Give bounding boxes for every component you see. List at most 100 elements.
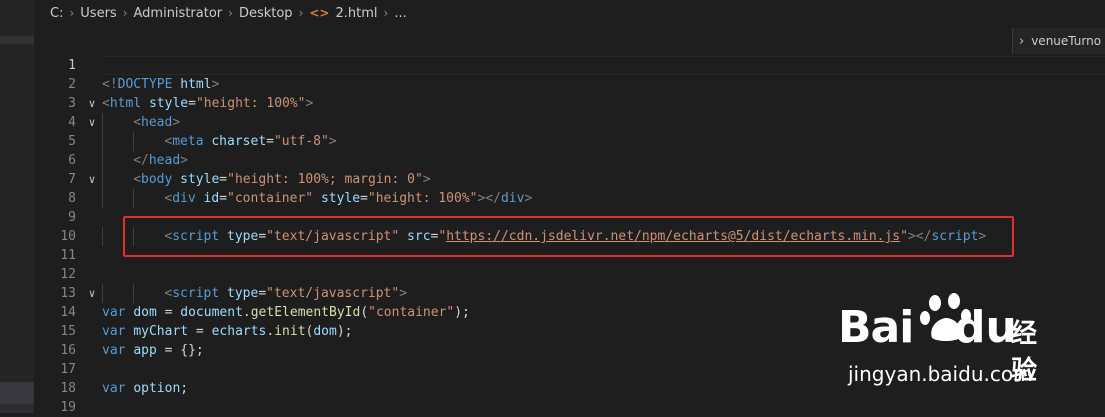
line-number: 12 <box>60 267 76 282</box>
code-token: style <box>180 172 220 187</box>
code-token: app <box>133 343 157 358</box>
code-token: = <box>188 324 212 339</box>
chevron-right-icon: › <box>383 6 389 20</box>
code-token: ; <box>180 381 189 396</box>
fold-chevron-icon[interactable]: ∨ <box>86 284 98 303</box>
line-number: 1 <box>68 58 76 73</box>
code-line[interactable]: 7 ∨ <body style="height: 100%; margin: 0"> <box>34 170 1105 189</box>
breadcrumb-segment-users[interactable]: Users <box>80 6 116 21</box>
line-number: 16 <box>60 343 76 358</box>
breadcrumb: C: › Users › Administrator › Desktop › <… <box>50 2 407 24</box>
code-line[interactable]: 12 <box>34 265 1105 284</box>
line-number: 9 <box>68 210 76 225</box>
chevron-right-icon: › <box>122 6 128 20</box>
code-token: = <box>156 305 181 320</box>
side-panel-item[interactable] <box>0 404 34 413</box>
code-token: > <box>524 191 533 206</box>
code-token: meta <box>172 134 204 149</box>
code-line[interactable]: 6 </head> <box>34 151 1105 170</box>
code-token: = <box>188 96 196 111</box>
code-text[interactable]: <meta charset="utf-8"> <box>164 132 336 151</box>
code-text[interactable]: <html style="height: 100%"> <box>102 94 313 113</box>
breadcrumb-segment-desktop[interactable]: Desktop <box>239 6 293 21</box>
chevron-right-icon[interactable]: › <box>1019 34 1024 49</box>
baidu-jingyan-watermark: Bai du 经验 jingyan.baidu.com <box>838 288 1058 398</box>
breadcrumb-segment-drive[interactable]: C: <box>50 6 63 21</box>
line-number: 8 <box>68 191 76 206</box>
code-text[interactable]: var app = {}; <box>102 341 204 360</box>
code-token: "height: 100%" <box>367 191 478 206</box>
code-text[interactable]: var option; <box>102 379 188 398</box>
line-number: 6 <box>68 153 76 168</box>
code-token: getElementById <box>250 305 361 320</box>
chevron-right-icon: › <box>298 6 304 20</box>
code-token: "container" <box>368 305 455 320</box>
code-token: ( <box>360 305 369 320</box>
line-number: 2 <box>68 77 76 92</box>
code-token: </ <box>133 153 149 168</box>
indent-guide <box>133 132 134 151</box>
code-token: = {}; <box>156 343 204 358</box>
fold-chevron-icon[interactable]: ∨ <box>86 94 98 113</box>
code-text[interactable]: <div id="container" style="height: 100%"… <box>164 189 532 208</box>
code-token: < <box>133 172 142 187</box>
code-text[interactable]: <!DOCTYPE html> <box>102 75 219 94</box>
code-token: style <box>320 191 361 206</box>
code-token: document <box>180 305 243 320</box>
code-token: ></ <box>477 191 501 206</box>
code-token: > <box>211 77 220 92</box>
code-token: > <box>328 134 337 149</box>
code-token: . <box>242 305 251 320</box>
code-token: myChart <box>133 324 189 339</box>
code-line[interactable]: 8 <div id="container" style="height: 100%… <box>34 189 1105 208</box>
code-token: <! <box>102 77 118 92</box>
red-annotation-box <box>123 216 1014 257</box>
code-line[interactable]: 4 ∨ <head> <box>34 113 1105 132</box>
code-token: body <box>141 172 173 187</box>
line-number: 15 <box>60 324 76 339</box>
indent-guide <box>133 189 134 208</box>
code-token: > <box>399 286 408 301</box>
indent-guide <box>133 284 134 303</box>
fold-chevron-icon[interactable]: ∨ <box>86 113 98 132</box>
code-token: "utf-8" <box>273 134 329 149</box>
watermark-du-text: du <box>954 302 1017 353</box>
code-text[interactable]: </head> <box>133 151 188 170</box>
code-token: > <box>180 153 188 168</box>
code-token: "text/javascript" <box>266 286 400 301</box>
code-token: = <box>219 191 228 206</box>
breadcrumb-segment-file[interactable]: 2.html <box>335 6 377 21</box>
code-token: head <box>148 153 181 168</box>
code-text[interactable]: <script type="text/javascript"> <box>164 284 407 303</box>
line-number: 3 <box>68 96 76 111</box>
code-token: style <box>148 96 189 111</box>
code-text[interactable]: <head> <box>133 113 180 132</box>
code-text[interactable]: var dom = document.getElementById("conta… <box>102 303 470 322</box>
code-token: < <box>102 96 110 111</box>
line-number: 18 <box>60 381 76 396</box>
code-token: = <box>360 191 368 206</box>
breadcrumb-segment-administrator[interactable]: Administrator <box>134 6 223 21</box>
indent-guide <box>102 151 103 170</box>
outline-symbol-label: venueTurno <box>1031 34 1102 48</box>
code-line[interactable]: 3 ∨ <html style="height: 100%"> <box>34 94 1105 113</box>
code-text[interactable]: var myChart = echarts.init(dom); <box>102 322 353 341</box>
code-line[interactable]: 19 <box>34 398 1105 417</box>
side-panel-selected-item[interactable] <box>0 382 34 404</box>
html-file-icon: <> <box>309 6 330 20</box>
code-token: echarts <box>211 324 267 339</box>
code-line[interactable]: 2 <!DOCTYPE html> <box>34 75 1105 94</box>
outline-symbol-widget[interactable]: › venueTurno <box>1012 28 1105 54</box>
code-token: script <box>172 286 220 301</box>
code-token: html <box>109 96 142 111</box>
code-line[interactable]: 1 <box>34 56 1105 75</box>
code-line[interactable]: 5 <meta charset="utf-8"> <box>34 132 1105 151</box>
line-number: 5 <box>68 134 76 149</box>
breadcrumb-segment-symbol[interactable]: ... <box>394 6 406 21</box>
fold-chevron-icon[interactable]: ∨ <box>86 170 98 189</box>
code-text[interactable]: <body style="height: 100%; margin: 0"> <box>133 170 430 189</box>
side-panel-strip <box>0 0 34 413</box>
